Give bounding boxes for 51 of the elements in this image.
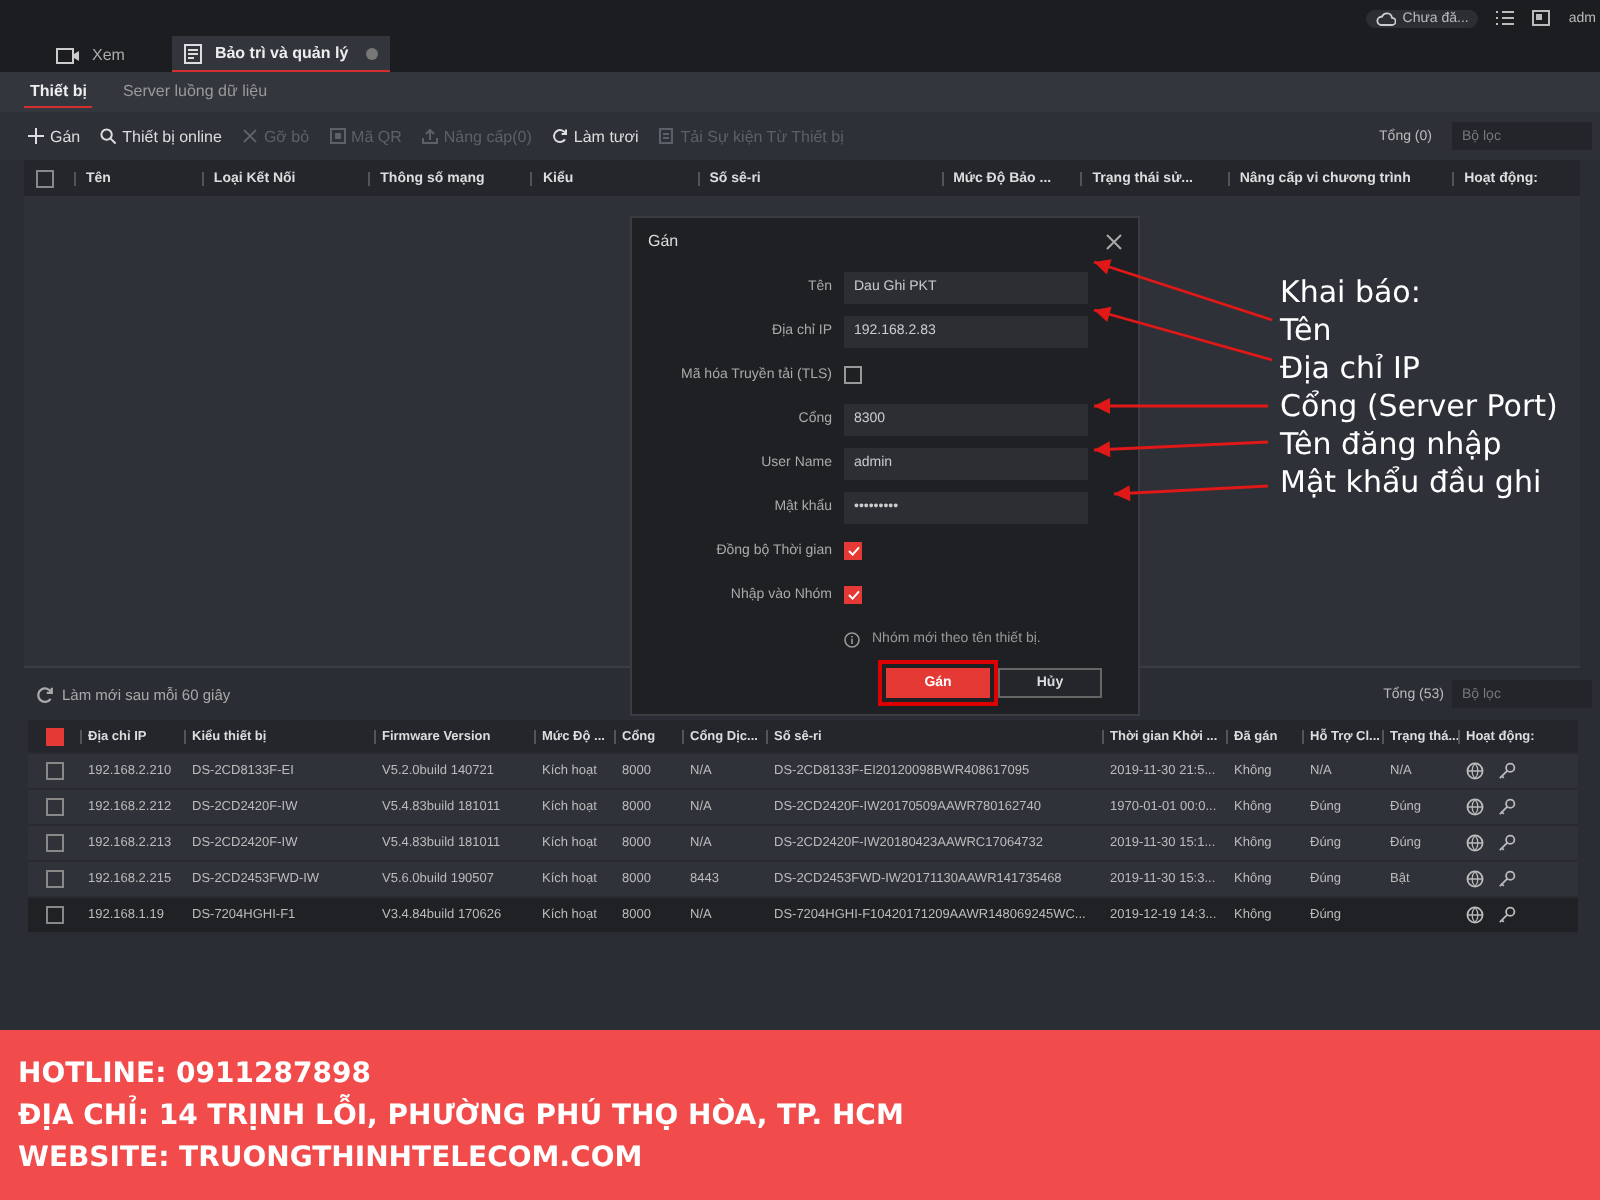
checkbox[interactable] <box>45 727 63 745</box>
sub-tab[interactable]: Thiết bị <box>24 76 93 108</box>
camera-icon <box>56 47 80 63</box>
contact-line: WEBSITE: TRUONGTHINHTELECOM.COM <box>18 1141 645 1173</box>
toolbar-button[interactable]: Thiết bị online <box>100 127 222 145</box>
globe-icon[interactable] <box>1466 870 1484 888</box>
annotation-label: Địa chỉ IP <box>1280 350 1422 388</box>
annotation-heading: Khai báo: <box>1280 274 1423 312</box>
dialog-title: Gán <box>648 232 679 250</box>
contact-line: HOTLINE: 0911287898 <box>18 1057 373 1089</box>
checkbox[interactable] <box>45 906 63 924</box>
annotation-label: Mật khẩu đầu ghi <box>1280 464 1544 502</box>
key-icon[interactable] <box>1498 834 1516 852</box>
checkbox[interactable] <box>45 762 63 780</box>
document-icon <box>184 43 203 63</box>
annotation-label: Tên <box>1280 312 1334 350</box>
checkbox[interactable] <box>844 542 862 560</box>
toolbar-button[interactable]: Làm tươi <box>551 127 639 145</box>
checkbox[interactable] <box>45 798 63 816</box>
checkbox[interactable] <box>844 366 862 384</box>
key-icon[interactable] <box>1498 798 1516 816</box>
annotation-label: Cổng (Server Port) <box>1280 388 1558 426</box>
cloud-icon <box>1376 11 1397 25</box>
key-icon[interactable] <box>1498 870 1516 888</box>
cross-icon <box>241 128 258 144</box>
tab[interactable]: Xem <box>44 38 137 72</box>
document-icon <box>658 128 675 144</box>
upload-icon <box>421 128 438 144</box>
list-icon[interactable] <box>1496 10 1515 26</box>
globe-icon[interactable] <box>1466 762 1484 780</box>
globe-icon[interactable] <box>1466 906 1484 924</box>
refresh-icon <box>551 128 568 144</box>
refresh-icon <box>36 685 54 703</box>
annotation-label: Tên đăng nhập <box>1280 426 1504 464</box>
contact-line: ĐỊA CHỈ: 14 TRỊNH LỖI, PHƯỜNG PHÚ THỌ HÒA, TP. HCM <box>18 1099 1600 1131</box>
checkbox[interactable] <box>844 586 862 604</box>
globe-icon[interactable] <box>1466 798 1484 816</box>
sub-tab[interactable]: Server luồng dữ liệu <box>116 76 274 108</box>
key-icon[interactable] <box>1498 906 1516 924</box>
tab[interactable]: Bảo trì và quản lý <box>172 36 391 72</box>
toolbar-button[interactable]: Gán <box>28 127 81 145</box>
window-icon[interactable] <box>1532 10 1551 26</box>
globe-icon[interactable] <box>1466 834 1484 852</box>
checkbox[interactable] <box>36 169 54 187</box>
key-icon[interactable] <box>1498 762 1516 780</box>
qr-icon <box>329 128 346 144</box>
checkbox[interactable] <box>45 834 63 852</box>
info-icon <box>844 631 860 647</box>
search-icon <box>100 128 117 144</box>
checkbox[interactable] <box>45 870 63 888</box>
plus-icon <box>28 128 44 144</box>
